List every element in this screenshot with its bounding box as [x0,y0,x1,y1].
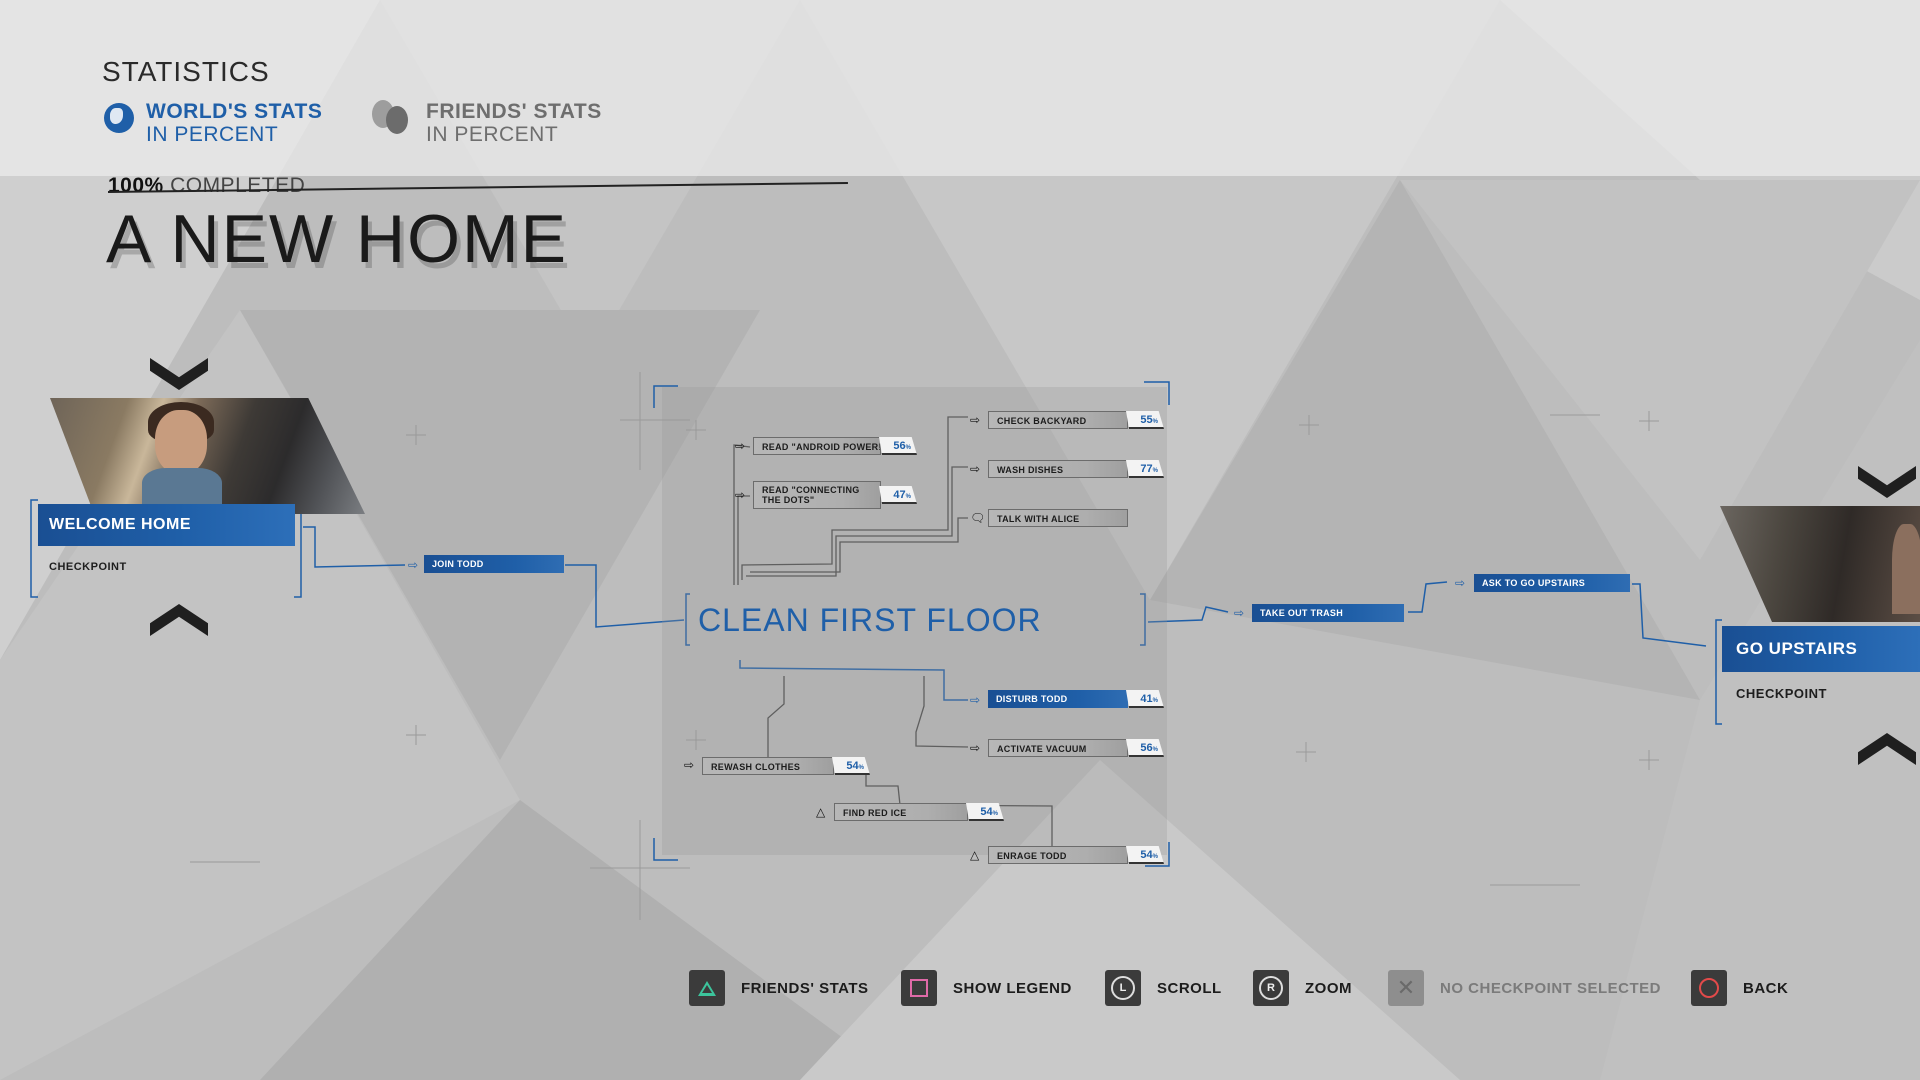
footer-back-label: BACK [1743,979,1789,997]
warning-triangle-icon: △ [970,848,980,862]
node-ask-go-upstairs[interactable]: ASK TO GO UPSTAIRS [1474,574,1630,592]
node-check-backyard[interactable]: CHECK BACKYARD 55% [988,411,1164,429]
footer-zoom-label: ZOOM [1305,979,1352,997]
footer-friends-stats-label: FRIENDS' STATS [741,979,869,997]
node-check-backyard-pct: 55% [1126,411,1164,429]
node-disturb-todd[interactable]: DISTURB TODD 41% [988,690,1164,708]
arrow-icon: ⇨ [735,439,746,453]
arrow-icon: ⇨ [970,462,981,476]
node-rewash-clothes-pct: 54% [832,757,870,775]
node-enrage-todd[interactable]: ENRAGE TODD 54% [988,846,1164,864]
footer-no-checkpoint-label: NO CHECKPOINT SELECTED [1440,979,1662,997]
node-wash-dishes-label: WASH DISHES [988,460,1128,478]
node-read-connecting-dots[interactable]: READ "CONNECTING THE DOTS" 47% [753,481,917,509]
node-wash-dishes[interactable]: WASH DISHES 77% [988,460,1164,478]
node-enrage-todd-pct: 54% [1126,846,1164,864]
tab-worlds-stats-label: WORLD'S STATS [146,100,323,123]
header-band [0,0,1920,176]
completion-status: 100% COMPLETED [108,174,305,198]
node-find-red-ice[interactable]: FIND RED ICE 54% [834,803,1004,821]
node-read-android-power-label: READ "ANDROID POWER!" [753,437,881,455]
footer-scroll[interactable]: L SCROLL [1105,968,1222,1008]
node-read-android-power[interactable]: READ "ANDROID POWER!" 56% [753,437,917,455]
node-activate-vacuum[interactable]: ACTIVATE VACUUM 56% [988,739,1164,757]
arrow-icon: ⇨ [408,558,419,572]
right-stick-icon: R [1253,970,1289,1006]
arrow-icon: ⇨ [1455,576,1466,590]
node-read-connecting-dots-label: READ "CONNECTING THE DOTS" [753,481,881,509]
section-title: CLEAN FIRST FLOOR [698,602,1042,638]
node-join-todd-label: JOIN TODD [424,555,564,573]
circle-button-icon [1691,970,1727,1006]
node-ask-go-upstairs-label: ASK TO GO UPSTAIRS [1474,574,1630,592]
tab-worlds-stats-sub: IN PERCENT [146,123,279,146]
node-talk-with-alice[interactable]: TALK WITH ALICE [988,509,1128,527]
speech-bubble-icon: 🗨 [970,511,986,525]
tab-friends-stats-label: FRIENDS' STATS [426,100,602,123]
node-take-out-trash-label: TAKE OUT TRASH [1252,604,1404,622]
square-button-icon [901,970,937,1006]
friends-icon [372,100,414,136]
arrow-icon: ⇨ [735,488,746,502]
checkpoint-go-upstairs-label: CHECKPOINT [1736,686,1827,701]
node-wash-dishes-pct: 77% [1126,460,1164,478]
completion-label: COMPLETED [170,174,306,197]
tab-friends-stats-sub: IN PERCENT [426,123,559,146]
arrow-icon: ⇨ [684,758,695,772]
arrow-icon: ⇨ [970,741,981,755]
arrow-icon: ⇨ [970,693,981,707]
node-rewash-clothes-label: REWASH CLOTHES [702,757,834,775]
tab-friends-stats[interactable]: FRIENDS' STATS IN PERCENT [372,100,602,146]
node-check-backyard-label: CHECK BACKYARD [988,411,1128,429]
statistics-title: STATISTICS [102,56,270,87]
footer-show-legend[interactable]: SHOW LEGEND [901,968,1072,1008]
footer-zoom[interactable]: R ZOOM [1253,968,1352,1008]
node-rewash-clothes[interactable]: REWASH CLOTHES 54% [702,757,870,775]
node-disturb-todd-pct: 41% [1126,690,1164,708]
node-activate-vacuum-label: ACTIVATE VACUUM [988,739,1128,757]
node-join-todd[interactable]: JOIN TODD [424,555,564,573]
tab-worlds-stats[interactable]: WORLD'S STATS IN PERCENT [104,100,322,146]
node-read-android-power-pct: 56% [879,437,917,455]
footer-show-legend-label: SHOW LEGEND [953,979,1072,997]
globe-icon [104,103,134,133]
node-activate-vacuum-pct: 56% [1126,739,1164,757]
footer-back[interactable]: BACK [1691,968,1788,1008]
warning-triangle-icon: △ [816,805,826,819]
checkpoint-welcome-home-label: CHECKPOINT [49,561,127,573]
cross-button-icon: ✕ [1388,970,1424,1006]
node-find-red-ice-pct: 54% [966,803,1004,821]
triangle-button-icon [689,970,725,1006]
checkpoint-go-upstairs[interactable]: GO UPSTAIRS [1722,626,1920,672]
checkpoint-welcome-home[interactable]: WELCOME HOME [38,504,295,546]
arrow-icon: ⇨ [1234,606,1245,620]
left-stick-icon: L [1105,970,1141,1006]
node-talk-with-alice-label: TALK WITH ALICE [988,509,1128,527]
chapter-title: A NEW HOME [106,201,569,277]
arrow-icon: ⇨ [970,413,981,427]
completion-value: 100% [108,174,164,197]
node-disturb-todd-label: DISTURB TODD [988,690,1128,708]
node-take-out-trash[interactable]: TAKE OUT TRASH [1252,604,1404,622]
node-enrage-todd-label: ENRAGE TODD [988,846,1128,864]
node-find-red-ice-label: FIND RED ICE [834,803,968,821]
footer-friends-stats[interactable]: FRIENDS' STATS [689,968,869,1008]
node-read-connecting-dots-pct: 47% [879,486,917,504]
footer-no-checkpoint: ✕ NO CHECKPOINT SELECTED [1388,968,1661,1008]
footer-scroll-label: SCROLL [1157,979,1222,997]
